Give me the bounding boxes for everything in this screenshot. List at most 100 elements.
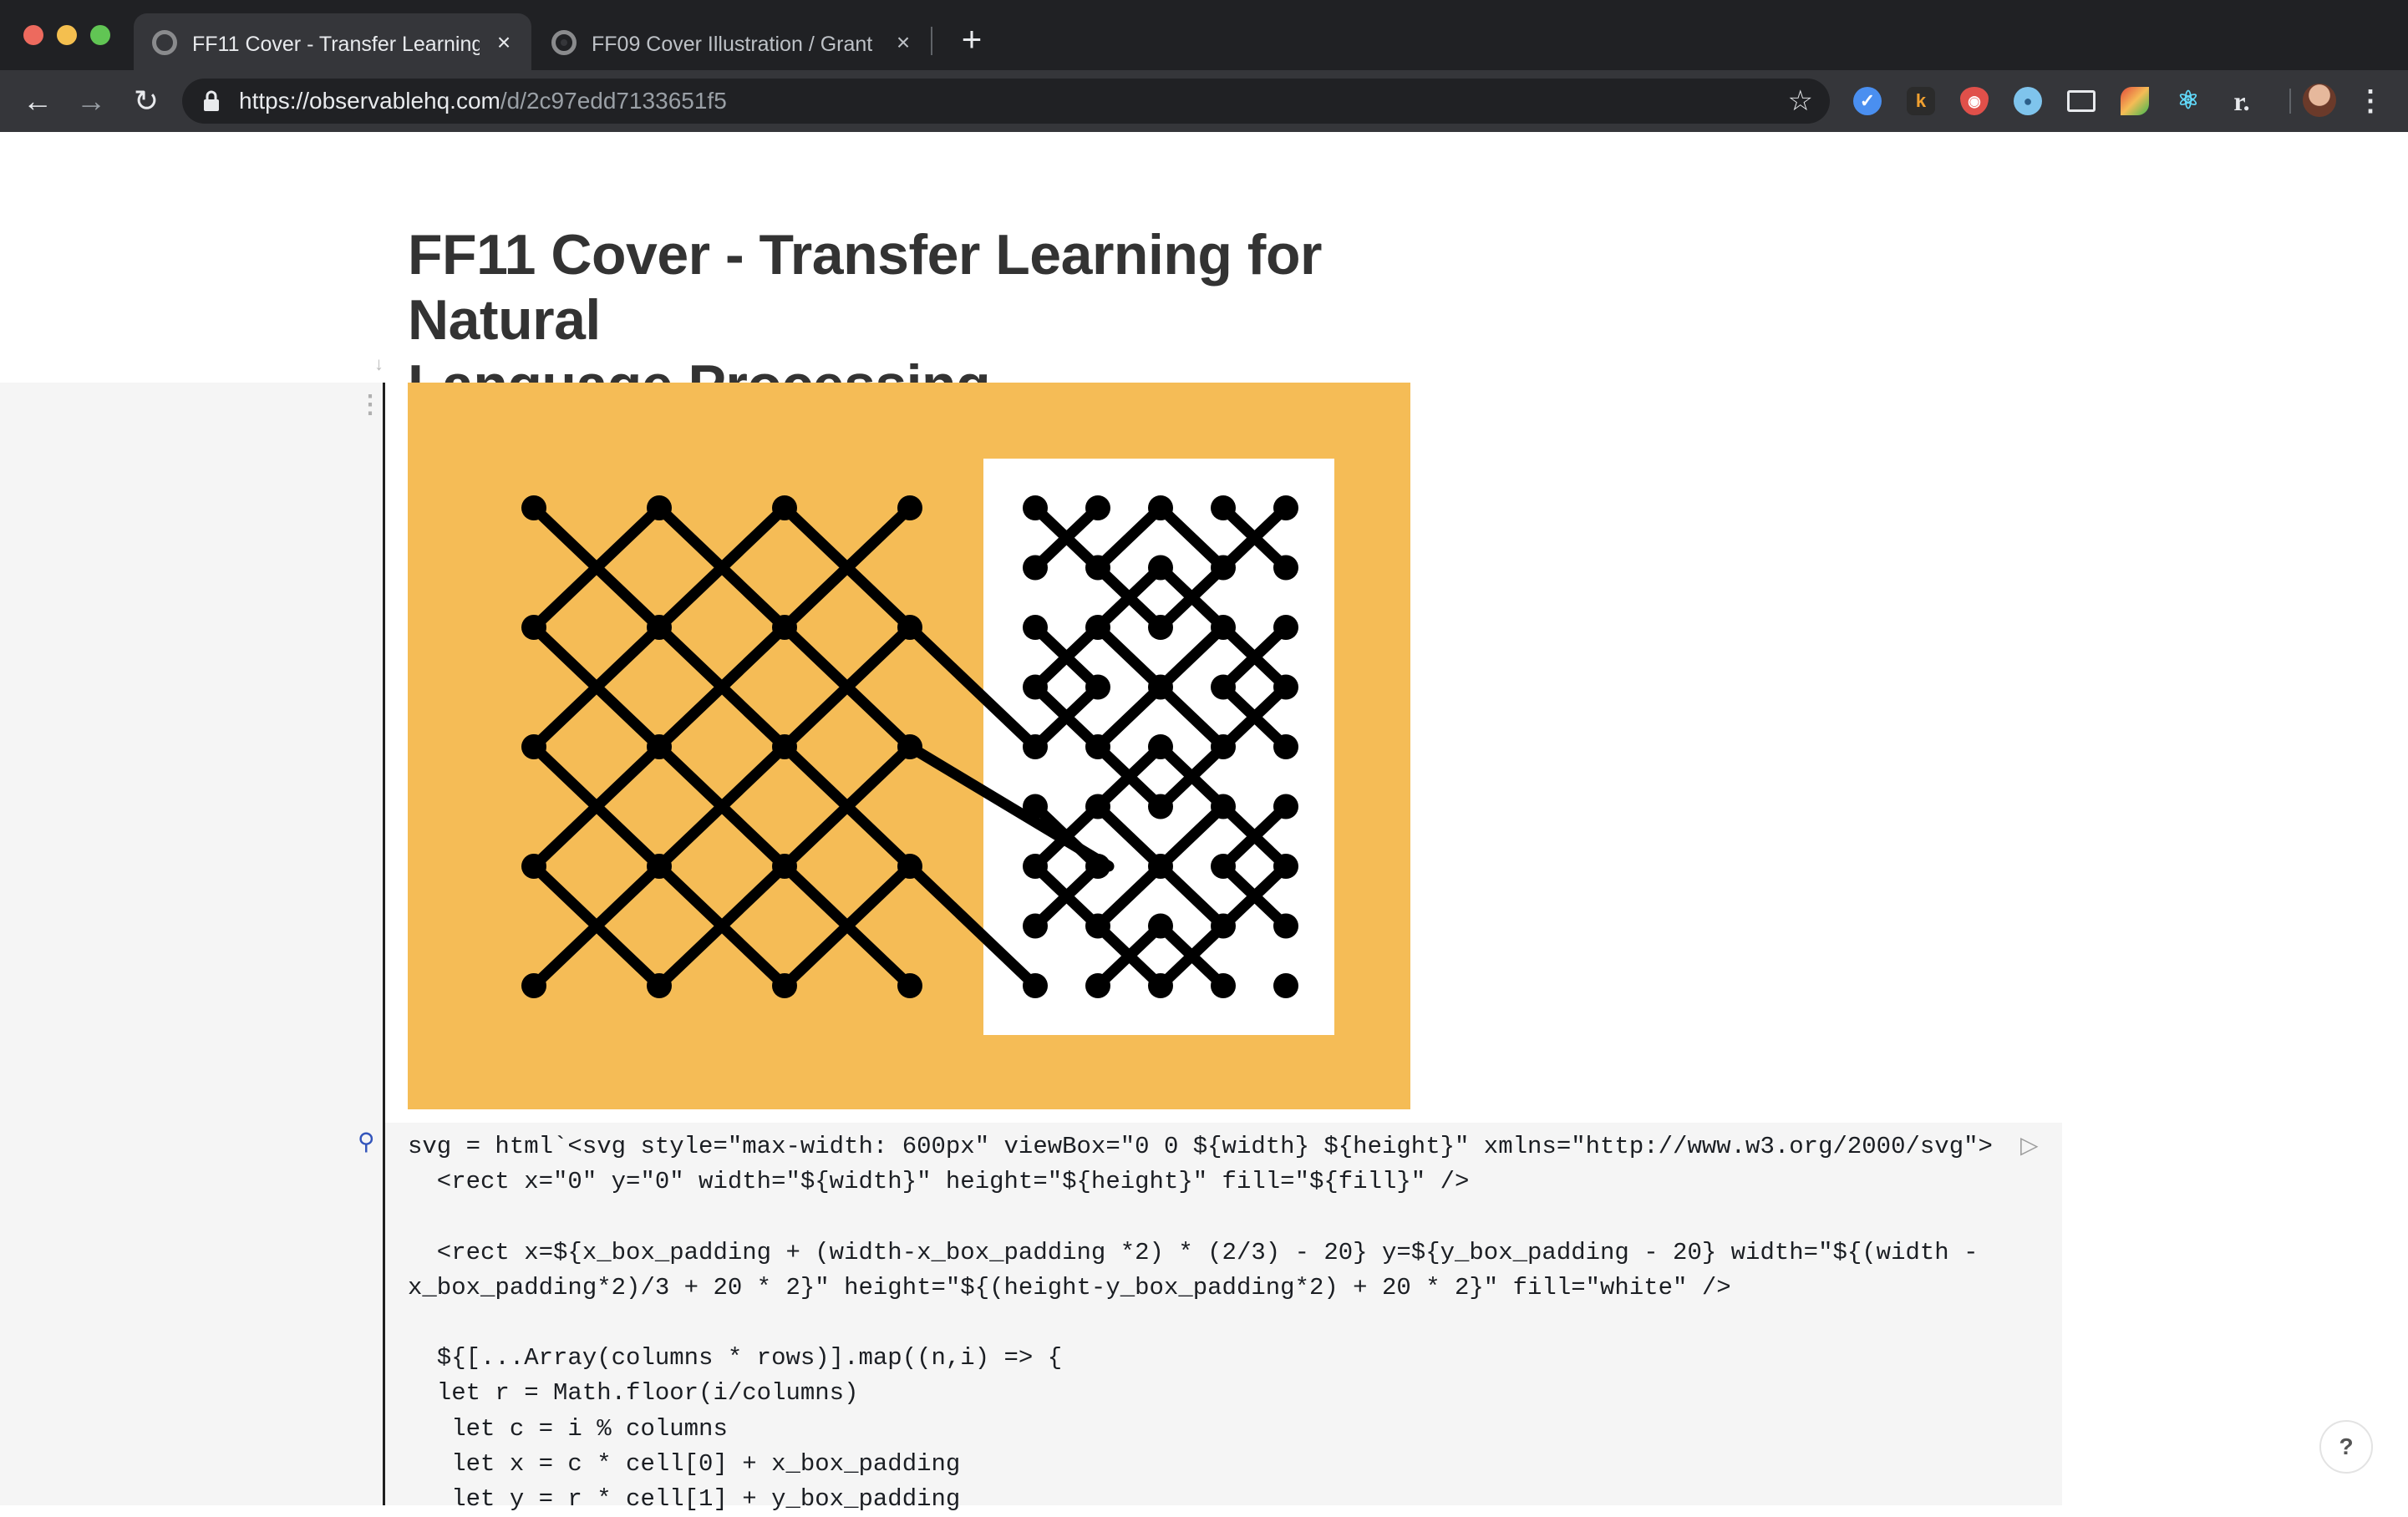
url-text: https://observablehq.com/d/2c97edd713365… <box>239 89 727 114</box>
cover-dot <box>1211 854 1236 879</box>
cover-dot <box>897 854 922 879</box>
cover-dot <box>1023 495 1048 520</box>
window-minimize-button[interactable] <box>57 25 77 45</box>
profile-avatar[interactable] <box>2303 84 2336 117</box>
cover-dot <box>647 854 672 879</box>
cover-dot <box>1273 734 1298 759</box>
cover-dot <box>1023 794 1048 819</box>
code-line: let r = Math.floor(i/columns) <box>408 1379 859 1408</box>
url-host: https://observablehq.com <box>239 88 500 114</box>
cover-dot <box>1085 495 1110 520</box>
cover-dot <box>1148 794 1173 819</box>
cover-dot <box>1148 973 1173 998</box>
browser-tab-active[interactable]: FF11 Cover - Transfer Learning × <box>134 13 531 70</box>
cover-dot <box>1023 913 1048 939</box>
run-cell-icon[interactable]: ▷ <box>2020 1133 2039 1158</box>
tab-title: FF11 Cover - Transfer Learning <box>192 33 480 56</box>
cover-dot <box>1148 854 1173 879</box>
window-close-button[interactable] <box>23 25 43 45</box>
address-bar[interactable]: https://observablehq.com/d/2c97edd713365… <box>182 79 1830 124</box>
code-line: x_box_padding*2)/3 + 20 * 2}" height="${… <box>408 1273 1731 1301</box>
code-line: <rect x=${x_box_padding + (width-x_box_p… <box>408 1238 1979 1266</box>
cover-dot <box>1148 615 1173 640</box>
pip-icon[interactable] <box>2067 90 2096 112</box>
code-line: ${[...Array(columns * rows)].map((n,i) =… <box>408 1344 1063 1372</box>
browser-tab-strip: FF11 Cover - Transfer Learning × FF09 Co… <box>0 0 2408 70</box>
cover-dot <box>1023 674 1048 700</box>
url-path: /d/2c97edd7133651f5 <box>500 88 727 114</box>
reader-icon[interactable]: r. <box>2228 87 2256 115</box>
back-arrow-icon[interactable]: ← <box>18 82 57 120</box>
cover-dot <box>1273 913 1298 939</box>
browser-tab[interactable]: FF09 Cover Illustration / Grant × <box>533 13 931 70</box>
cover-dot <box>1273 555 1298 581</box>
cover-dot <box>1211 794 1236 819</box>
cover-dot <box>647 495 672 520</box>
cover-illustration <box>408 383 1410 1109</box>
cover-dot <box>521 973 546 998</box>
cover-dot <box>897 973 922 998</box>
vimium-icon[interactable]: ✓ <box>1853 87 1882 115</box>
circle-icon[interactable]: ● <box>2014 87 2042 115</box>
cell-menu-handle-icon[interactable]: ⋮ <box>358 393 383 418</box>
insert-cell-arrow-icon[interactable]: ↓ <box>374 354 384 374</box>
code-editor[interactable]: svg = html`<svg style="max-width: 600px"… <box>408 1129 1993 1517</box>
cover-dot <box>1085 615 1110 640</box>
cover-dot <box>1148 734 1173 759</box>
cover-dot <box>1211 913 1236 939</box>
tab-divider <box>931 27 932 55</box>
tab-title: FF09 Cover Illustration / Grant <box>592 33 873 56</box>
cover-dot <box>647 973 672 998</box>
cover-dot <box>1211 495 1236 520</box>
lock-icon <box>204 90 219 111</box>
cover-dot <box>1023 555 1048 581</box>
cover-dot <box>1085 913 1110 939</box>
cover-dot <box>1148 674 1173 700</box>
cover-dot <box>1211 555 1236 581</box>
cover-dot <box>1273 495 1298 520</box>
shield-icon[interactable]: ◉ <box>1960 87 1989 115</box>
cover-dot <box>1211 734 1236 759</box>
cover-dot <box>1085 555 1110 581</box>
cover-dot <box>521 495 546 520</box>
window-maximize-button[interactable] <box>90 25 110 45</box>
cover-dot <box>772 615 797 640</box>
react-icon[interactable]: ⚛ <box>2174 87 2202 115</box>
k-icon[interactable]: k <box>1907 87 1935 115</box>
cover-dot <box>1023 734 1048 759</box>
new-tab-button[interactable]: + <box>953 20 991 58</box>
code-line: let y = r * cell[1] + y_box_padding <box>408 1485 961 1514</box>
reload-icon[interactable]: ↻ <box>127 82 165 120</box>
cover-dot <box>1273 674 1298 700</box>
cover-dot <box>772 495 797 520</box>
cover-dot <box>1148 913 1173 939</box>
toolbar-divider <box>2289 89 2291 114</box>
cover-dot <box>772 854 797 879</box>
cover-dot <box>772 734 797 759</box>
pin-icon[interactable]: ⚲ <box>358 1129 375 1154</box>
cover-dot <box>1211 615 1236 640</box>
cover-dot <box>772 973 797 998</box>
leaf-icon[interactable] <box>2121 87 2149 115</box>
cover-dot <box>647 615 672 640</box>
code-line: svg = html`<svg style="max-width: 600px"… <box>408 1133 1993 1160</box>
cover-dot <box>1273 615 1298 640</box>
cover-dot <box>897 734 922 759</box>
cover-dot <box>897 495 922 520</box>
forward-arrow-icon[interactable]: → <box>72 82 110 120</box>
cover-dot <box>1211 973 1236 998</box>
cover-dot <box>1085 973 1110 998</box>
tab-close-icon[interactable]: × <box>889 28 917 57</box>
cover-dot <box>1211 674 1236 700</box>
code-line: let x = c * cell[0] + x_box_padding <box>408 1449 961 1478</box>
cover-dot <box>897 615 922 640</box>
cover-dot <box>1273 973 1298 998</box>
code-line: <rect x="0" y="0" width="${width}" heigh… <box>408 1168 1470 1196</box>
cover-dot <box>521 734 546 759</box>
bookmark-star-icon[interactable]: ☆ <box>1788 85 1813 117</box>
help-button[interactable]: ? <box>2319 1420 2373 1474</box>
cover-dot <box>521 854 546 879</box>
cover-dot <box>1085 734 1110 759</box>
kebab-menu-icon[interactable]: ⋮ <box>2356 82 2385 120</box>
tab-close-icon[interactable]: × <box>490 28 518 57</box>
